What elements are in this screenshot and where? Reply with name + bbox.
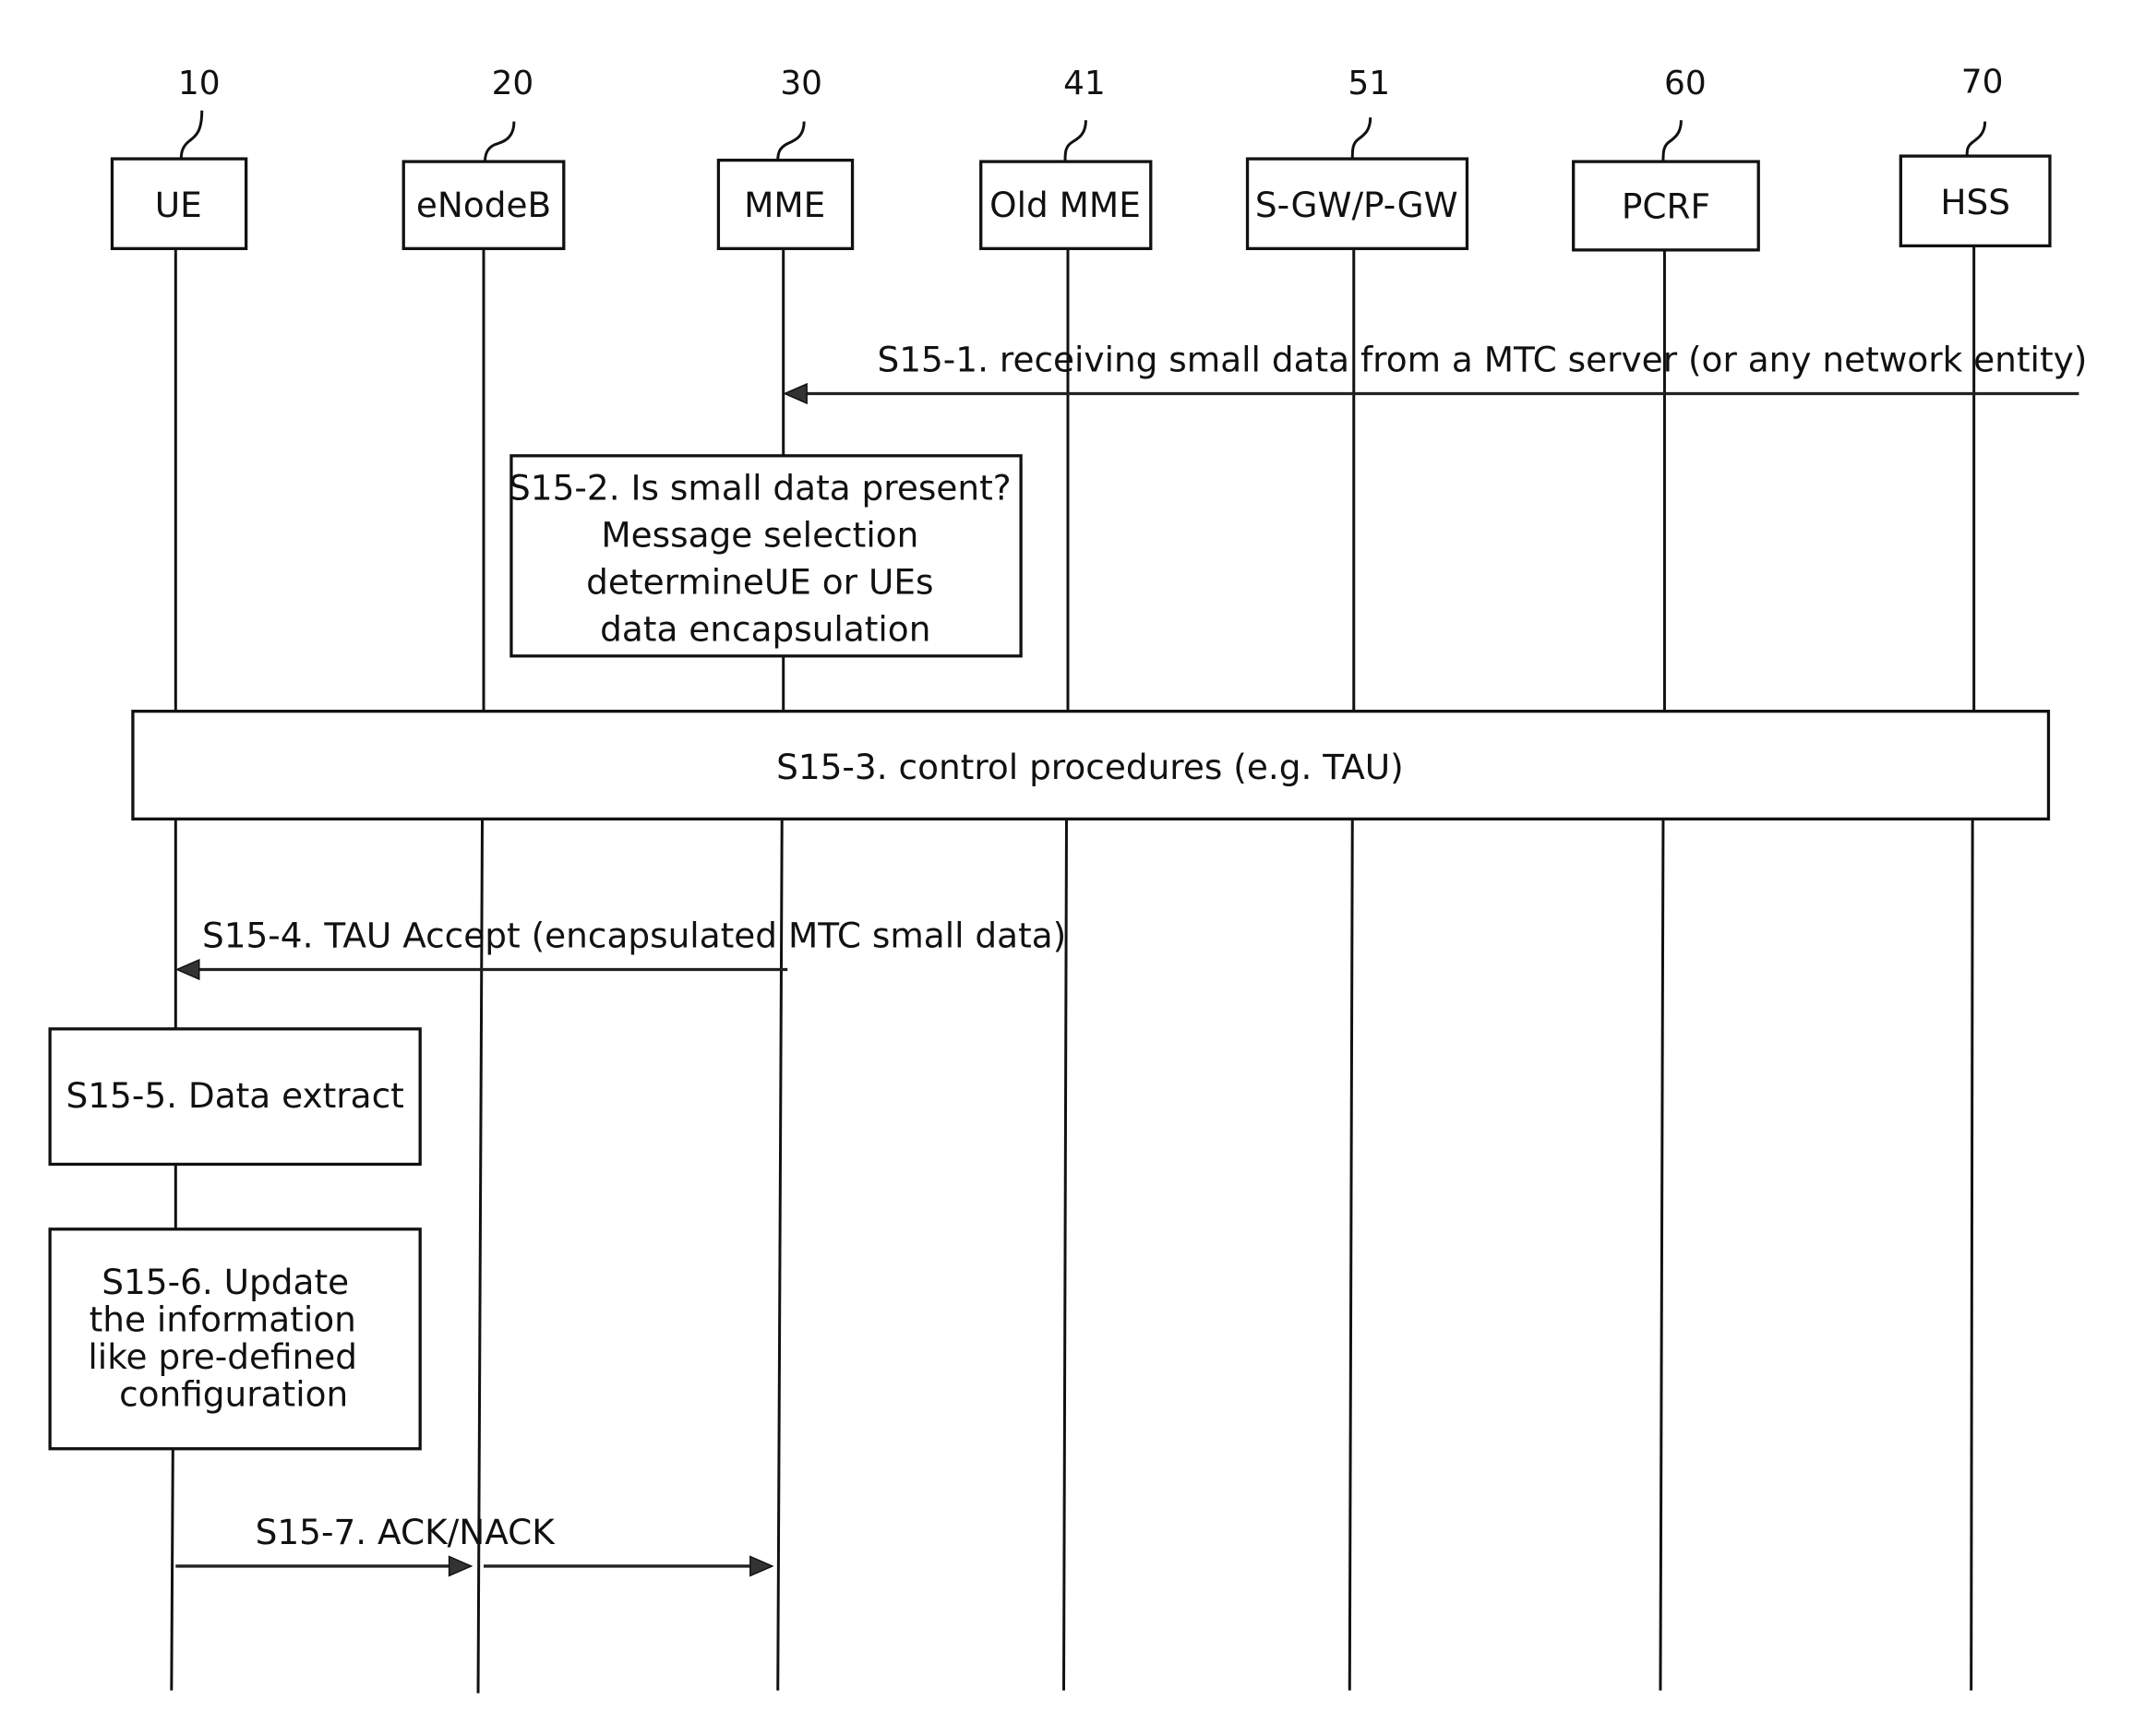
process-line: the information <box>90 1299 356 1340</box>
ref-number: 30 <box>780 65 822 102</box>
process-line: like pre-defined <box>88 1336 357 1377</box>
entity-hss: 70 HSS <box>1899 63 2052 248</box>
entity-pcrf: 60 PCRF <box>1572 65 1760 252</box>
entity-enodeb: 20 eNodeB <box>401 65 566 251</box>
process-line: Message selection <box>601 515 918 556</box>
sequence-diagram: 10 UE 20 eNodeB 30 MME 41 Old MME 51 S-G… <box>48 63 2087 1694</box>
lifeline-hss <box>1970 819 1974 1691</box>
step-label: S15-4. TAU Accept (encapsulated MTC smal… <box>202 916 1066 956</box>
entity-label: Old MME <box>989 185 1141 225</box>
leader-line <box>1661 120 1683 162</box>
procedure-label: S15-3. control procedures (e.g. TAU) <box>776 747 1404 787</box>
entity-old-mme: 41 Old MME <box>979 65 1153 251</box>
step-s15-3: S15-3. control procedures (e.g. TAU) <box>131 710 2051 821</box>
arrowhead-right-icon <box>749 1555 774 1577</box>
process-line: data encapsulation <box>600 608 930 649</box>
leader-line <box>1965 121 1987 157</box>
step-label: S15-1. receiving small data from a MTC s… <box>877 340 2087 380</box>
leader-line <box>484 121 516 162</box>
entity-label: UE <box>155 185 202 225</box>
entity-label: HSS <box>1940 182 2010 222</box>
process-line: configuration <box>119 1373 348 1414</box>
step-s15-1: S15-1. receiving small data from a MTC s… <box>783 340 2087 405</box>
entity-label: MME <box>744 185 825 225</box>
ref-number: 10 <box>178 65 221 102</box>
entity-label: PCRF <box>1622 186 1710 226</box>
leader-line <box>1063 120 1087 162</box>
process-line: S15-2. Is small data present? <box>509 468 1012 509</box>
arrowhead-right-icon <box>448 1555 473 1577</box>
lifeline-pcrf <box>1659 819 1665 1691</box>
process-line: S15-6. Update <box>102 1262 349 1302</box>
lifeline-sgw-pgw <box>1348 819 1354 1691</box>
process-line: determineUE or UEs <box>586 561 933 602</box>
leader-line <box>179 110 204 160</box>
arrowhead-left-icon <box>783 382 808 405</box>
ref-number: 20 <box>492 65 534 102</box>
entity-label: S-GW/P-GW <box>1255 185 1458 225</box>
leader-line <box>1350 117 1372 160</box>
entity-ue: 10 UE <box>110 65 248 251</box>
entity-sgw-pgw: 51 S-GW/P-GW <box>1245 65 1469 251</box>
ref-number: 60 <box>1664 65 1707 102</box>
step-s15-4: S15-4. TAU Accept (encapsulated MTC smal… <box>174 916 1066 981</box>
ref-number: 51 <box>1348 65 1390 102</box>
step-label: S15-7. ACK/NACK <box>256 1512 557 1552</box>
step-s15-5: S15-5. Data extract <box>48 1027 422 1167</box>
process-text: S15-6. Update the information like pre-d… <box>88 1262 368 1414</box>
leader-line <box>776 121 806 161</box>
process-label: S15-5. Data extract <box>66 1075 403 1116</box>
step-s15-7: S15-7. ACK/NACK <box>175 1512 774 1577</box>
entity-mme: 30 MME <box>716 65 855 251</box>
arrowhead-left-icon <box>174 958 200 981</box>
step-s15-2: S15-2. Is small data present? Message se… <box>509 454 1023 658</box>
entity-label: eNodeB <box>416 185 551 225</box>
ref-number: 41 <box>1063 65 1106 102</box>
lifeline-ue <box>170 1448 174 1691</box>
step-s15-6: S15-6. Update the information like pre-d… <box>48 1227 422 1451</box>
ref-number: 70 <box>1961 63 2004 101</box>
